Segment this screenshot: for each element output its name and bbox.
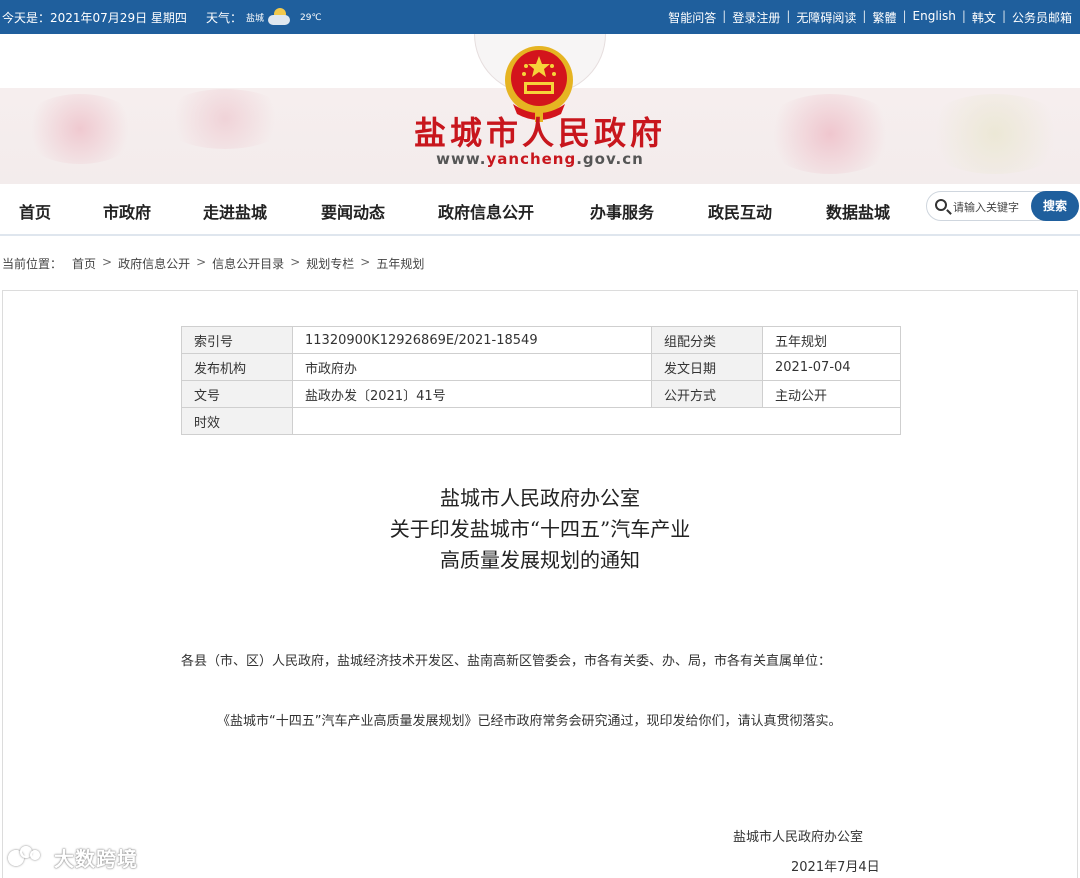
nav-city-government[interactable]: 市政府 bbox=[103, 199, 151, 223]
meta-key: 发布机构 bbox=[181, 353, 293, 381]
nav-services[interactable]: 办事服务 bbox=[590, 199, 654, 223]
current-date: 今天是：2021年07月29日 星期四 bbox=[2, 11, 187, 25]
document-title: 盐城市人民政府办公室 关于印发盐城市“十四五”汽车产业 高质量发展规划的通知 bbox=[240, 483, 840, 576]
site-url: www.yancheng.gov.cn bbox=[436, 150, 644, 168]
meta-value: 五年规划 bbox=[762, 326, 901, 354]
link-korean[interactable]: 韩文 bbox=[972, 9, 996, 26]
nav-about-yancheng[interactable]: 走进盐城 bbox=[203, 199, 267, 223]
breadcrumb-gov-info[interactable]: 政府信息公开 bbox=[118, 255, 190, 272]
document-title-line: 盐城市人民政府办公室 bbox=[440, 486, 640, 510]
weather-widget: 天气： 盐城 29℃ bbox=[206, 7, 322, 26]
search-button[interactable]: 搜索 bbox=[1031, 191, 1079, 221]
nav-interaction[interactable]: 政民互动 bbox=[708, 199, 772, 223]
nav-gov-info-disclosure[interactable]: 政府信息公开 bbox=[438, 199, 534, 223]
breadcrumb-catalog[interactable]: 信息公开目录 bbox=[212, 255, 284, 272]
search-input[interactable] bbox=[953, 198, 1029, 216]
meta-value: 市政府办 bbox=[292, 353, 652, 381]
breadcrumb-home[interactable]: 首页 bbox=[72, 255, 96, 272]
meta-value: 2021-07-04 bbox=[762, 353, 901, 381]
link-civil-servant-mail[interactable]: 公务员邮箱 bbox=[1012, 9, 1072, 26]
meta-key: 时效 bbox=[181, 407, 293, 435]
document-sign-date: 2021年7月4日 bbox=[791, 860, 880, 875]
nav-data-yancheng[interactable]: 数据盐城 bbox=[826, 199, 890, 223]
meta-value: 11320900K12926869E/2021-18549 bbox=[292, 326, 652, 354]
blossom-decoration-left-2 bbox=[160, 89, 290, 149]
partly-cloudy-icon bbox=[268, 7, 291, 25]
utility-links: 智能问答 | 登录注册 | 无障碍阅读 | 繁體 | English | 韩文 | 公务员邮… bbox=[668, 9, 1072, 26]
nav-news[interactable]: 要闻动态 bbox=[321, 199, 385, 223]
weather-city: 盐城 bbox=[246, 14, 265, 24]
meta-value bbox=[292, 407, 901, 435]
table-row: 索引号 11320900K12926869E/2021-18549 组配分类 五… bbox=[181, 326, 901, 354]
search-box: 搜索 bbox=[926, 191, 1079, 221]
site-banner: 盐城市人民政府 www.yancheng.gov.cn bbox=[0, 34, 1080, 184]
document-title-line: 高质量发展规划的通知 bbox=[440, 548, 640, 572]
breadcrumb-five-year-plan[interactable]: 五年规划 bbox=[376, 255, 424, 272]
site-title: 盐城市人民政府 bbox=[413, 114, 666, 152]
blossom-decoration-left bbox=[20, 94, 140, 164]
meta-value: 主动公开 bbox=[762, 380, 901, 408]
document-title-line: 关于印发盐城市“十四五”汽车产业 bbox=[389, 517, 691, 541]
document-meta-table: 索引号 11320900K12926869E/2021-18549 组配分类 五… bbox=[181, 326, 901, 435]
meta-key: 索引号 bbox=[181, 326, 293, 354]
nav-home[interactable]: 首页 bbox=[19, 199, 51, 223]
document-signature: 盐城市人民政府办公室 bbox=[733, 830, 864, 845]
watermark: 大数跨境 bbox=[8, 843, 138, 872]
document-body: 《盐城市“十四五”汽车产业高质量发展规划》已经市政府常务会研究通过，现印发给你们… bbox=[217, 714, 842, 729]
top-utility-bar: 今天是：2021年07月29日 星期四 天气： 盐城 29℃ 智能问答 | 登录注… bbox=[0, 0, 1080, 34]
main-navigation: 首页 市政府 走进盐城 要闻动态 政府信息公开 办事服务 政民互动 数据盐城 搜… bbox=[0, 184, 1080, 234]
watermark-text: 大数跨境 bbox=[54, 847, 138, 871]
breadcrumb-planning[interactable]: 规划专栏 bbox=[306, 255, 354, 272]
document-addressee: 各县（市、区）人民政府，盐城经济技术开发区、盐南高新区管委会，市各有关委、办、局… bbox=[181, 654, 832, 669]
weather-label: 天气： bbox=[206, 11, 243, 25]
search-icon bbox=[935, 199, 947, 211]
table-row: 文号 盐政办发〔2021〕41号 公开方式 主动公开 bbox=[181, 380, 901, 408]
weather-temp: 29℃ bbox=[300, 12, 322, 23]
table-row: 发布机构 市政府办 发文日期 2021-07-04 bbox=[181, 353, 901, 381]
link-english[interactable]: English bbox=[913, 9, 956, 26]
blossom-decoration-right-2 bbox=[920, 94, 1070, 174]
link-traditional-chinese[interactable]: 繁體 bbox=[872, 9, 896, 26]
blossom-decoration-right bbox=[760, 94, 900, 174]
breadcrumb: 当前位置： 首页 > 政府信息公开 > 信息公开目录 > 规划专栏 > 五年规划 bbox=[2, 255, 425, 272]
link-accessible-reading[interactable]: 无障碍阅读 bbox=[796, 9, 856, 26]
meta-key: 发文日期 bbox=[651, 353, 763, 381]
link-smart-qa[interactable]: 智能问答 bbox=[668, 9, 716, 26]
nav-divider bbox=[0, 234, 1080, 236]
link-login-register[interactable]: 登录注册 bbox=[732, 9, 780, 26]
meta-value: 盐政办发〔2021〕41号 bbox=[292, 380, 652, 408]
meta-key: 文号 bbox=[181, 380, 293, 408]
table-row: 时效 bbox=[181, 407, 901, 435]
watermark-logo-icon bbox=[8, 844, 48, 872]
meta-key: 组配分类 bbox=[651, 326, 763, 354]
meta-key: 公开方式 bbox=[651, 380, 763, 408]
breadcrumb-label: 当前位置： bbox=[2, 257, 63, 271]
